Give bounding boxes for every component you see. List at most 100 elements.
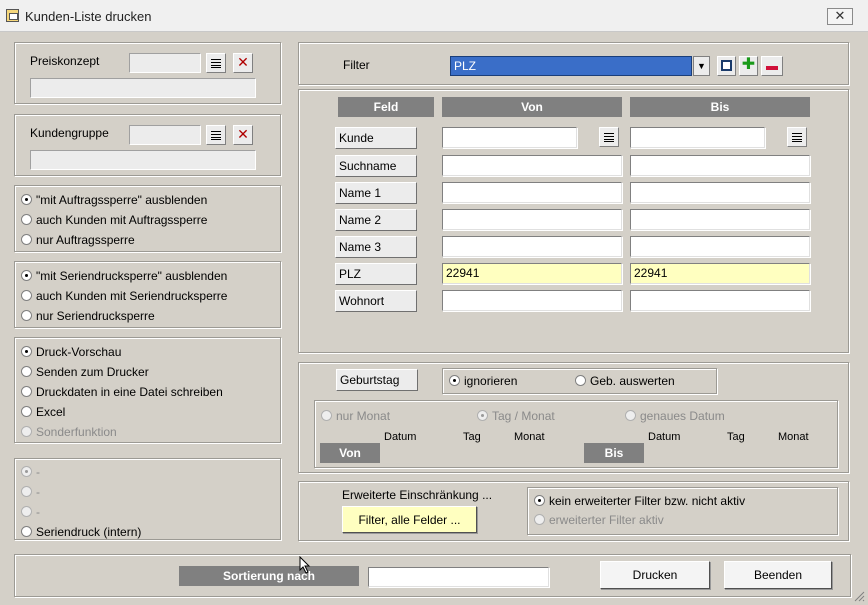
sortierung-label: Sortierung nach <box>179 566 359 586</box>
resize-grip-icon[interactable] <box>852 589 865 602</box>
kundengruppe-group: Kundengruppe ✕ <box>14 114 281 176</box>
filter-select[interactable]: PLZ <box>450 56 692 76</box>
erweitert-on-option: erweiterter Filter aktiv <box>534 513 664 527</box>
beenden-button[interactable]: Beenden <box>724 561 832 589</box>
geburtstag-ignorieren-option[interactable]: ignorieren <box>449 374 517 388</box>
preiskonzept-clear-button[interactable]: ✕ <box>233 53 253 73</box>
list-icon <box>211 59 221 68</box>
ausgabe-option-drucker[interactable]: Senden zum Drucker <box>21 365 149 379</box>
auftragssperre-group: "mit Auftragssperre" ausblenden auch Kun… <box>14 185 281 252</box>
minus-icon <box>766 66 778 70</box>
auftragssperre-option-1[interactable]: auch Kunden mit Auftragssperre <box>21 213 207 227</box>
plus-icon: ✚ <box>741 56 756 73</box>
geburtstag-genaues-datum-option: genaues Datum <box>625 409 725 423</box>
col-header-feld: Feld <box>338 97 434 117</box>
geburtstag-mode-group: ignorieren Geb. auswerten <box>442 368 717 394</box>
radio-icon <box>21 366 32 377</box>
plz-bis-input[interactable]: 22941 <box>630 263 810 284</box>
bis-tag-label: Tag <box>727 431 745 443</box>
extra-option-2: - <box>21 505 40 519</box>
kundengruppe-list-button[interactable] <box>206 125 226 145</box>
radio-selected-icon <box>21 346 32 357</box>
radio-icon <box>575 375 586 386</box>
name3-bis-input[interactable] <box>630 236 810 257</box>
ausgabe-group: Druck-Vorschau Senden zum Drucker Druckd… <box>14 337 281 443</box>
wohnort-bis-input[interactable] <box>630 290 810 311</box>
auftragssperre-option-2[interactable]: nur Auftragssperre <box>21 233 135 247</box>
ausgabe-option-excel[interactable]: Excel <box>21 405 65 419</box>
radio-disabled-icon <box>21 486 32 497</box>
radio-icon <box>21 234 32 245</box>
filter-label: Filter <box>343 58 370 72</box>
preiskonzept-group: Preiskonzept ✕ <box>14 42 281 104</box>
name1-bis-input[interactable] <box>630 182 810 203</box>
filter-add-button[interactable]: ✚ <box>739 56 758 76</box>
bis-datum-label: Datum <box>648 431 681 443</box>
kundengruppe-code-input[interactable] <box>129 125 201 145</box>
seriendrucksperre-option-1[interactable]: auch Kunden mit Seriendrucksperre <box>21 289 227 303</box>
close-window-button[interactable]: ✕ <box>827 8 853 25</box>
radio-disabled-icon <box>321 410 332 421</box>
geburtstag-tag-monat-option: Tag / Monat <box>477 409 555 423</box>
suchname-bis-input[interactable] <box>630 155 810 176</box>
radio-disabled-icon <box>21 506 32 517</box>
close-icon: ✕ <box>834 8 846 23</box>
kunde-von-list-button[interactable] <box>599 127 619 147</box>
seriendrucksperre-option-0[interactable]: "mit Seriendrucksperre" ausblenden <box>21 269 227 283</box>
geburtstag-label: Geburtstag <box>336 369 418 391</box>
field-label-wohnort: Wohnort <box>335 290 417 312</box>
kunde-von-input[interactable] <box>442 127 577 148</box>
field-label-name3: Name 3 <box>335 236 417 258</box>
name1-von-input[interactable] <box>442 182 622 203</box>
ausgabe-option-vorschau[interactable]: Druck-Vorschau <box>21 345 121 359</box>
filter-save-button[interactable] <box>717 56 736 76</box>
geburtstag-bis-header: Bis <box>584 443 644 463</box>
name2-bis-input[interactable] <box>630 209 810 230</box>
name3-von-input[interactable] <box>442 236 622 257</box>
radio-icon <box>21 386 32 397</box>
radio-selected-icon <box>21 194 32 205</box>
preiskonzept-code-input[interactable] <box>129 53 201 73</box>
delete-x-icon: ✕ <box>237 54 249 70</box>
auftragssperre-option-0[interactable]: "mit Auftragssperre" ausblenden <box>21 193 207 207</box>
radio-icon <box>21 310 32 321</box>
filter-group: Filter PLZ ▼ ✚ <box>298 42 849 85</box>
wohnort-von-input[interactable] <box>442 290 622 311</box>
ausgabe-option-datei[interactable]: Druckdaten in eine Datei schreiben <box>21 385 223 399</box>
preiskonzept-list-button[interactable] <box>206 53 226 73</box>
drucken-button[interactable]: Drucken <box>600 561 710 589</box>
field-label-name1: Name 1 <box>335 182 417 204</box>
erweitert-label: Erweiterte Einschränkung ... <box>342 488 493 502</box>
plz-von-input[interactable]: 22941 <box>442 263 622 284</box>
geburtstag-nur-monat-option: nur Monat <box>321 409 390 423</box>
erweitert-off-option[interactable]: kein erweiterter Filter bzw. nicht aktiv <box>534 494 745 508</box>
extra-option-seriendruck[interactable]: Seriendruck (intern) <box>21 525 141 539</box>
radio-icon <box>21 406 32 417</box>
kunde-bis-list-button[interactable] <box>787 127 807 147</box>
geburtstag-auswerten-option[interactable]: Geb. auswerten <box>575 374 675 388</box>
suchname-von-input[interactable] <box>442 155 622 176</box>
field-label-name2: Name 2 <box>335 209 417 231</box>
sortierung-input[interactable] <box>368 567 549 587</box>
name2-von-input[interactable] <box>442 209 622 230</box>
radio-disabled-icon <box>477 410 488 421</box>
chevron-down-icon: ▼ <box>697 61 706 71</box>
extra-option-0: - <box>21 465 40 479</box>
radio-disabled-icon <box>534 514 545 525</box>
von-datum-label: Datum <box>384 431 417 443</box>
filter-alle-felder-button[interactable]: Filter, alle Felder ... <box>342 506 477 533</box>
seriendrucksperre-option-2[interactable]: nur Seriendrucksperre <box>21 309 155 323</box>
list-icon <box>211 131 221 140</box>
filter-remove-button[interactable] <box>761 56 783 76</box>
save-disk-icon <box>721 60 732 71</box>
col-header-von: Von <box>442 97 622 117</box>
von-tag-label: Tag <box>463 431 481 443</box>
ausgabe-option-sonderfunktion: Sonderfunktion <box>21 425 117 439</box>
delete-x-icon: ✕ <box>237 126 249 142</box>
radio-icon <box>21 290 32 301</box>
filter-dropdown-button[interactable]: ▼ <box>693 56 710 76</box>
kundengruppe-label: Kundengruppe <box>30 126 109 140</box>
kunde-bis-input[interactable] <box>630 127 765 148</box>
kundengruppe-clear-button[interactable]: ✕ <box>233 125 253 145</box>
radio-selected-icon <box>21 270 32 281</box>
